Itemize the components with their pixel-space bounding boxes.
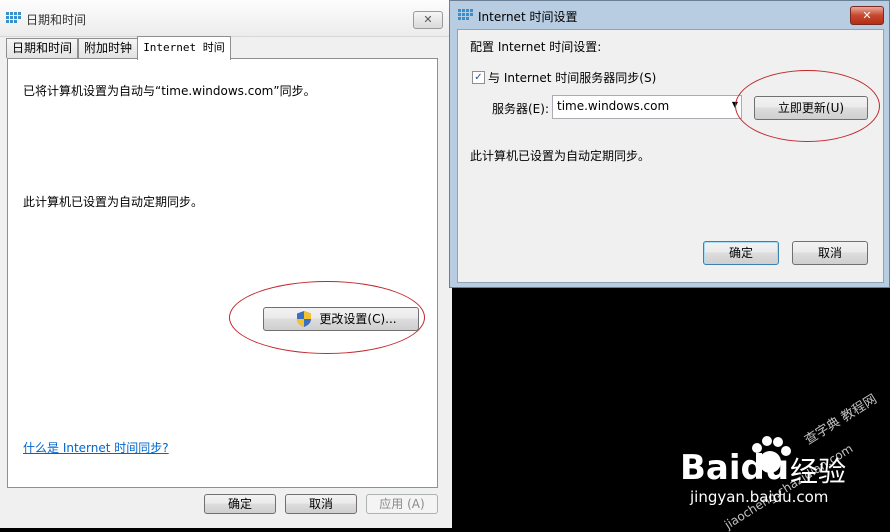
sync-checkbox[interactable]: ✓: [472, 71, 485, 84]
tab-panel: 已将计算机设置为自动与“time.windows.com”同步。 此计算机已设置…: [7, 58, 438, 488]
config-label: 配置 Internet 时间设置:: [470, 40, 602, 54]
tab-internet-time[interactable]: Internet 时间: [137, 36, 231, 60]
sync-checkbox-label: 与 Internet 时间服务器同步(S): [488, 71, 657, 85]
tab-additional-clocks[interactable]: 附加时钟: [78, 38, 138, 58]
auto-sync-text: 此计算机已设置为自动定期同步。: [23, 195, 204, 209]
dialog-ok-button[interactable]: 确定: [703, 241, 779, 265]
datetime-titlebar: 日期和时间 ✕: [0, 0, 452, 37]
dialog-body: 配置 Internet 时间设置: ✓ 与 Internet 时间服务器同步(S…: [457, 29, 884, 283]
highlight-oval: [735, 70, 880, 142]
datetime-window: 日期和时间 ✕ 日期和时间 附加时钟 Internet 时间 已将计算机设置为自…: [0, 0, 452, 528]
calendar-icon: [458, 9, 474, 23]
internet-time-dialog: Internet 时间设置 ✕ 配置 Internet 时间设置: ✓ 与 In…: [449, 0, 890, 288]
dialog-cancel-button[interactable]: 取消: [792, 241, 868, 265]
highlight-oval: [229, 281, 425, 354]
close-button[interactable]: ✕: [850, 6, 884, 25]
cancel-button[interactable]: 取消: [285, 494, 357, 514]
sync-status-text: 已将计算机设置为自动与“time.windows.com”同步。: [23, 84, 316, 98]
server-value: time.windows.com: [557, 99, 670, 113]
calendar-icon: [6, 12, 22, 26]
watermark-side: 查字典 教程网: [802, 391, 880, 449]
server-label: 服务器(E):: [492, 102, 549, 116]
tab-date-time[interactable]: 日期和时间: [6, 38, 78, 58]
apply-button[interactable]: 应用 (A): [366, 494, 438, 514]
server-combobox[interactable]: time.windows.com ▼: [552, 95, 742, 119]
watermark-brand: Baidu: [680, 448, 790, 488]
dialog-title: Internet 时间设置: [478, 10, 578, 24]
help-link[interactable]: 什么是 Internet 时间同步?: [23, 439, 169, 456]
window-title: 日期和时间: [26, 13, 87, 27]
close-button[interactable]: ✕: [413, 11, 443, 29]
ok-button[interactable]: 确定: [204, 494, 276, 514]
dialog-status-text: 此计算机已设置为自动定期同步。: [470, 149, 651, 163]
